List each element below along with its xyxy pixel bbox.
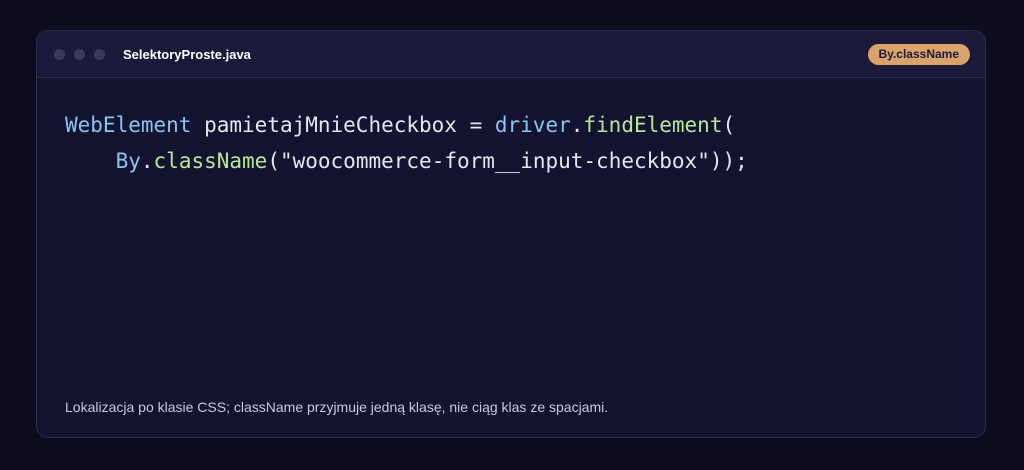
code-window: SelektoryProste.java By.className WebEle… (36, 30, 986, 438)
code-block: WebElement pamietajMnieCheckbox = driver… (65, 107, 965, 179)
code-token-dot: . (570, 113, 584, 137)
code-token-dot: . (140, 149, 154, 173)
code-token-variable: pamietajMnieCheckbox = (191, 113, 495, 137)
code-line-2: By.className("woocommerce-form__input-ch… (65, 143, 965, 179)
code-line-1: WebElement pamietajMnieCheckbox = driver… (65, 107, 965, 143)
code-token-arguments: ("woocommerce-form__input-checkbox")); (267, 149, 748, 173)
code-token-method: className (153, 149, 268, 173)
window-dot-2-icon[interactable] (74, 49, 85, 60)
locator-badge: By.className (867, 44, 970, 65)
code-token-object: driver (494, 113, 571, 137)
code-token-indent (65, 149, 116, 173)
window-dot-3-icon[interactable] (94, 49, 105, 60)
caption-text: Lokalizacja po klasie CSS; className prz… (65, 399, 609, 415)
code-token-type: WebElement (65, 113, 192, 137)
code-token-paren: ( (722, 113, 736, 137)
window-titlebar: SelektoryProste.java By.className (37, 31, 985, 78)
window-dot-1-icon[interactable] (54, 49, 65, 60)
code-token-method: findElement (583, 113, 723, 137)
file-name: SelektoryProste.java (123, 47, 251, 62)
code-token-class: By (115, 149, 141, 173)
